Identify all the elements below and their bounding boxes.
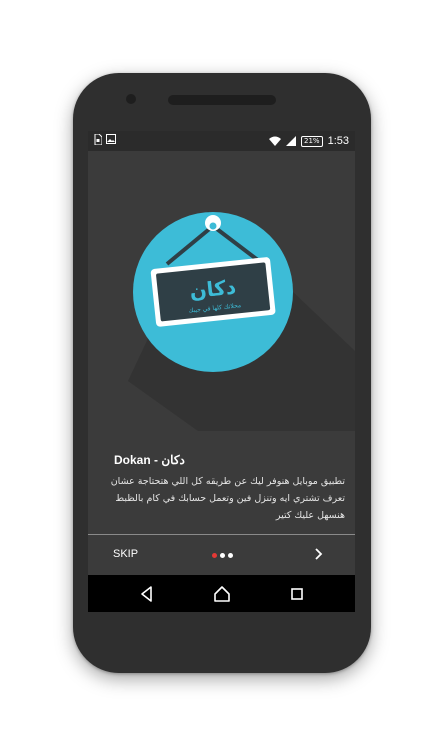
back-icon[interactable] bbox=[137, 584, 157, 604]
signal-icon bbox=[286, 136, 297, 146]
earpiece-speaker bbox=[168, 95, 276, 105]
slide-description: تطبيق موبايل هنوفر ليك عن طريقه كل اللي … bbox=[110, 476, 345, 521]
wifi-icon bbox=[269, 136, 282, 146]
image-icon bbox=[106, 134, 116, 144]
onboarding-controls: SKIP bbox=[88, 535, 355, 575]
status-time: 1:53 bbox=[327, 135, 349, 147]
sim-card-icon bbox=[94, 134, 102, 145]
slide-title: Dokan - دكان bbox=[114, 453, 185, 467]
home-icon[interactable] bbox=[212, 584, 232, 604]
skip-button[interactable]: SKIP bbox=[113, 548, 138, 560]
front-camera bbox=[126, 94, 136, 104]
page-dot bbox=[220, 553, 225, 558]
battery-indicator: 21% bbox=[301, 135, 323, 147]
system-navigation-bar bbox=[88, 575, 355, 612]
page-dot bbox=[228, 553, 233, 558]
sign-title: دكان bbox=[188, 275, 237, 304]
next-arrow-icon[interactable] bbox=[310, 544, 328, 564]
status-bar: 21% 1:53 bbox=[88, 131, 355, 151]
screen: 21% 1:53 دكان محلاتك كلها في جيبك Dokan … bbox=[88, 131, 355, 612]
shop-sign-illustration: دكان محلاتك كلها في جيبك bbox=[128, 211, 355, 431]
page-indicator bbox=[212, 553, 233, 558]
onboarding-illustration: دكان محلاتك كلها في جيبك bbox=[88, 151, 355, 431]
recents-icon[interactable] bbox=[287, 584, 307, 604]
page-dot-active bbox=[212, 553, 217, 558]
phone-frame: 21% 1:53 دكان محلاتك كلها في جيبك Dokan … bbox=[73, 73, 371, 673]
